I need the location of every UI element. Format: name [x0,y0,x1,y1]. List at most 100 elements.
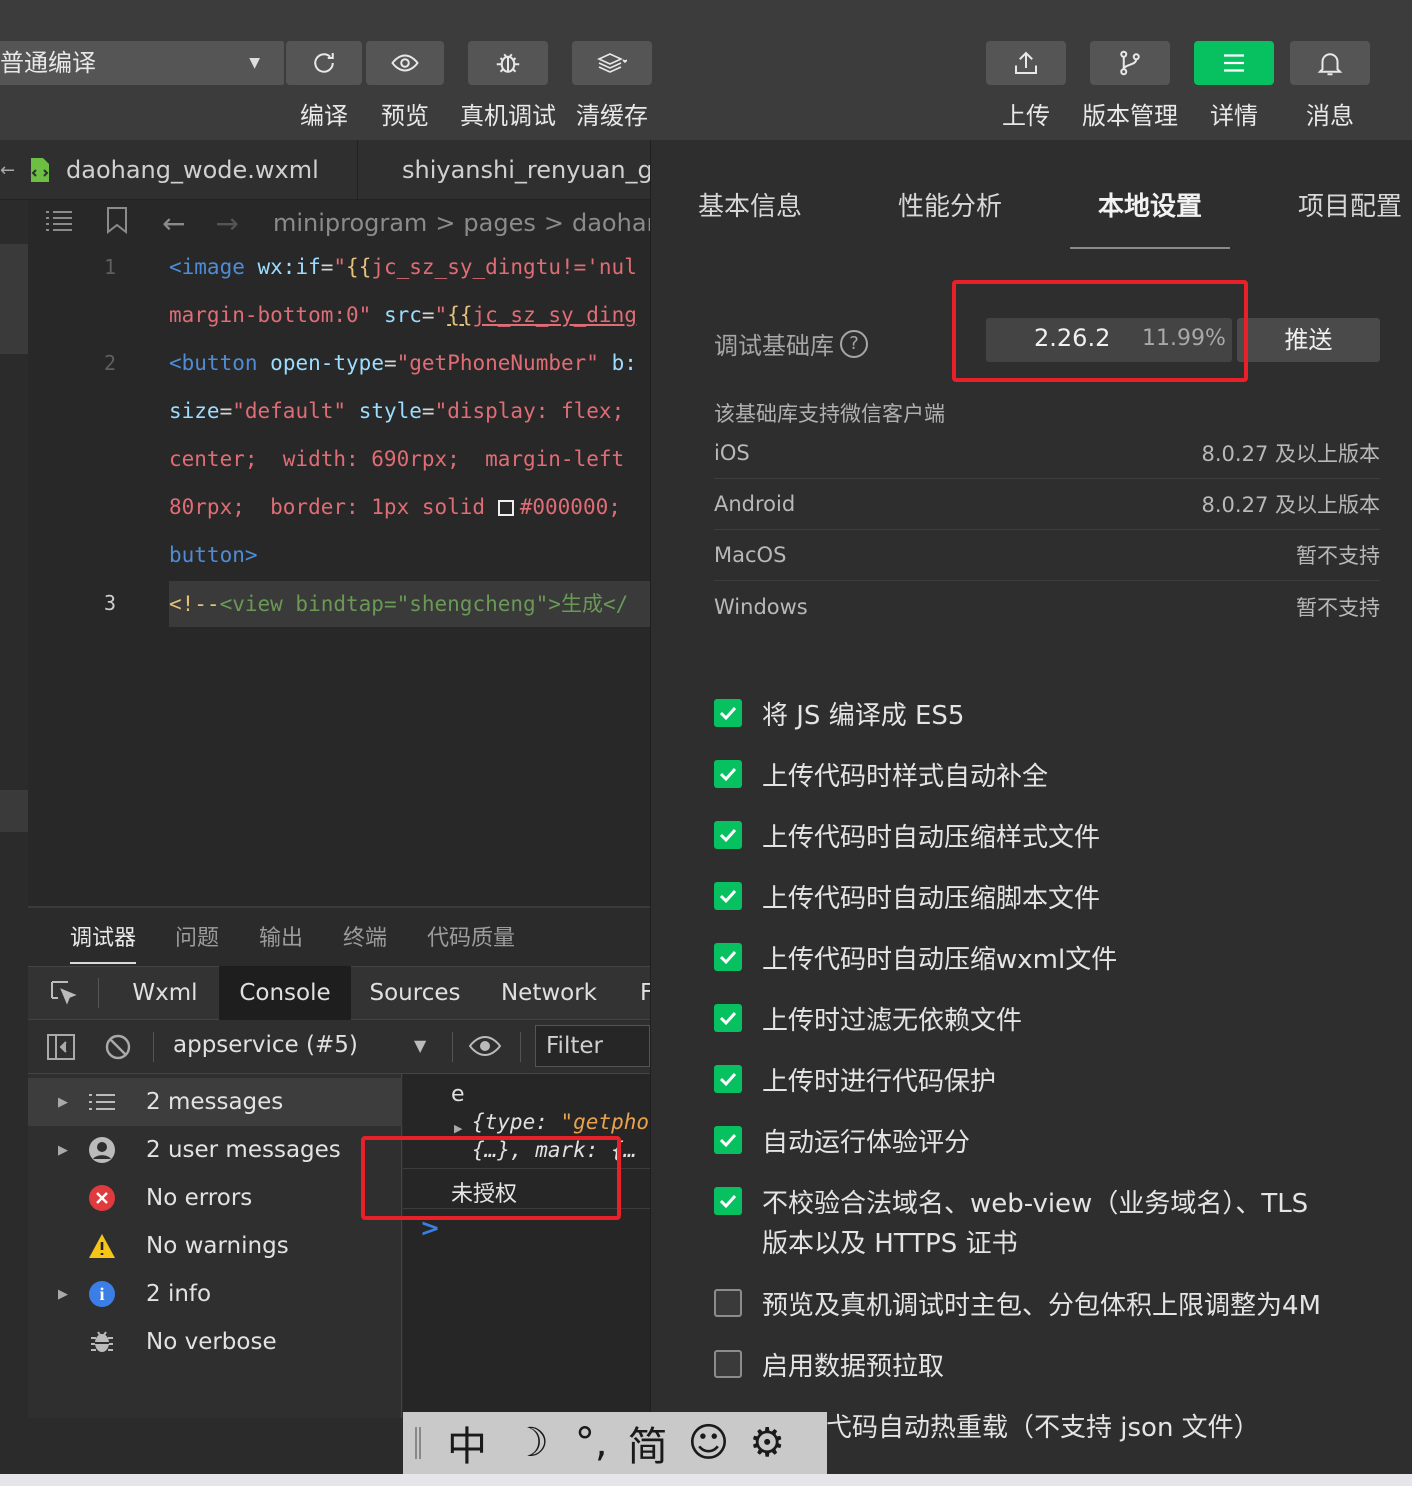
checkbox-checked-icon[interactable] [714,882,742,910]
sidebar-item-verbose[interactable]: No verbose [28,1318,402,1366]
chevron-down-icon[interactable]: ▼ [414,1036,426,1055]
tab-basic-info[interactable]: 基本信息 [698,186,802,223]
sidebar-item-messages[interactable]: ▶ 2 messages [28,1078,402,1126]
tab-wxml[interactable]: Wxml [118,966,212,1020]
breadcrumb: ← → miniprogram > pages > daohan [28,200,650,246]
setting-option[interactable]: 上传代码时自动压缩样式文件 [714,818,1394,858]
sidebar-item-errors[interactable]: No errors [28,1174,402,1222]
info-icon: i [82,1280,122,1308]
sidebar-item-user-messages[interactable]: ▶ 2 user messages [28,1126,402,1174]
checkbox-checked-icon[interactable] [714,760,742,788]
code-line: <image wx:if="{{jc_sz_sy_dingtu!='nul [169,255,637,279]
tab-network[interactable]: Network [486,966,612,1020]
upload-button[interactable] [986,41,1066,85]
checkbox-checked-icon[interactable] [714,821,742,849]
forward-arrow-icon[interactable]: → [215,207,238,240]
version-manage-button[interactable] [1090,41,1170,85]
tab-scroll-left-icon[interactable]: ← [0,160,15,181]
bookmark-icon[interactable] [106,206,128,240]
checkbox-checked-icon[interactable] [714,699,742,727]
sidebar-item-warnings[interactable]: No warnings [28,1222,402,1270]
settings-gear-icon[interactable]: ⚙ [749,1420,785,1466]
setting-option[interactable]: 上传时进行代码保护 [714,1062,1394,1102]
expand-triangle-icon[interactable]: ▶ [454,1122,462,1135]
checkbox-unchecked-icon[interactable] [714,1350,742,1378]
context-select[interactable]: appservice (#5) [173,1032,358,1058]
clear-cache-button[interactable] [572,41,652,85]
setting-option[interactable]: 上传代码时自动压缩脚本文件 [714,879,1394,919]
checkbox-unchecked-icon[interactable] [714,1289,742,1317]
tab-terminal[interactable]: 终端 [343,920,387,952]
back-arrow-icon[interactable]: ← [162,207,185,240]
tab-local-settings[interactable]: 本地设置 [1098,186,1202,223]
setting-option-label: 弋码自动热重载（不支持 json 文件） [826,1413,1260,1443]
eye-icon[interactable] [468,1034,502,1062]
tab-problems[interactable]: 问题 [175,920,219,952]
filter-input[interactable]: Filter [535,1025,650,1067]
debug-lib-label-row: 调试基础库 ? [714,326,868,361]
tab-project-config[interactable]: 项目配置 [1298,186,1402,223]
platform-row: Android 8.0.27 及以上版本 [714,479,1380,530]
checkbox-checked-icon[interactable] [714,1187,742,1215]
setting-option[interactable]: 弋码自动热重载（不支持 json 文件） [826,1408,1412,1448]
sidebar-item-label: No verbose [146,1329,277,1355]
setting-option[interactable]: 上传时过滤无依赖文件 [714,1001,1394,1041]
setting-option[interactable]: 预览及真机调试时主包、分包体积上限调整为4M [714,1286,1394,1326]
messages-button[interactable] [1290,41,1370,85]
push-button[interactable]: 推送 [1237,318,1380,362]
outline-icon[interactable] [44,208,74,238]
tab-daohang-wode[interactable]: daohang_wode.wxml [24,140,358,200]
branch-icon [1120,50,1140,76]
tab-code-quality[interactable]: 代码质量 [427,920,515,952]
moon-icon[interactable]: ☽ [513,1420,549,1466]
breadcrumb-item[interactable]: pages [463,209,535,237]
tab-more[interactable]: F [640,966,650,1020]
punctuation-icon[interactable]: °, [575,1420,608,1466]
preview-button[interactable] [366,41,444,85]
ime-chinese-mode[interactable]: 中 [447,1414,487,1472]
checkbox-checked-icon[interactable] [714,1065,742,1093]
compile-label: 编译 [300,102,348,130]
drag-handle-icon[interactable] [415,1427,421,1459]
emoji-icon[interactable]: ☺ [688,1420,730,1466]
preview-label: 预览 [381,102,429,130]
tab-sources[interactable]: Sources [360,966,470,1020]
breadcrumb-item[interactable]: daohan [572,209,650,237]
tab-performance[interactable]: 性能分析 [898,186,1002,223]
checkbox-checked-icon[interactable] [714,1126,742,1154]
breadcrumb-item[interactable]: miniprogram [273,209,427,237]
verbose-icon [82,1328,122,1356]
console-object-line[interactable]: {type: "getpho [472,1110,650,1134]
setting-option[interactable]: 启用数据预拉取 [714,1347,1394,1387]
sidebar-toggle-icon[interactable] [46,1033,76,1065]
sidebar-item-label: No warnings [146,1233,289,1259]
setting-option[interactable]: 上传代码时样式自动补全 [714,757,1394,797]
checkbox-checked-icon[interactable] [714,943,742,971]
tab-console[interactable]: Console [219,966,351,1020]
setting-option[interactable]: 上传代码时自动压缩wxml文件 [714,940,1394,980]
sidebar-item-label: 2 messages [146,1089,284,1115]
sidebar-item-info[interactable]: ▶ i 2 info [28,1270,402,1318]
strip-item[interactable] [0,790,28,832]
tab-shiyanshi-renyuan[interactable]: shiyanshi_renyuan_g [386,140,650,200]
setting-option[interactable]: 不校验合法域名、web-view（业务域名）、TLS 版本以及 HTTPS 证书 [714,1184,1394,1264]
ime-simplified[interactable]: 简 [628,1414,668,1472]
chevron-right-icon: > [435,209,456,237]
compile-button[interactable] [286,41,362,85]
color-swatch[interactable] [497,500,514,516]
help-icon[interactable]: ? [840,329,868,358]
inspect-element-icon[interactable] [48,978,78,1012]
clear-console-icon[interactable] [104,1033,132,1065]
setting-option[interactable]: 将 JS 编译成 ES5 [714,696,1394,736]
details-button[interactable] [1194,41,1274,85]
platform-row: iOS 8.0.27 及以上版本 [714,428,1380,479]
checkbox-checked-icon[interactable] [714,1004,742,1032]
strip-item[interactable] [0,244,28,354]
tab-output[interactable]: 输出 [259,920,303,952]
active-tab-indicator [1070,247,1230,249]
tab-debugger[interactable]: 调试器 [70,920,136,952]
clear-cache-label: 清缓存 [576,102,648,130]
remote-debug-button[interactable] [468,41,548,85]
setting-option[interactable]: 自动运行体验评分 [714,1123,1394,1163]
compile-mode-select[interactable]: 普通编译 ▼ [0,41,284,85]
